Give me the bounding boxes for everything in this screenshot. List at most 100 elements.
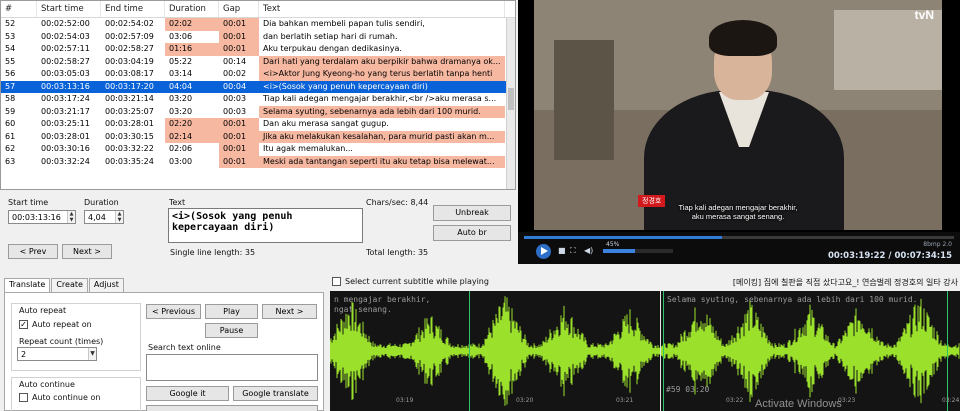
repeat-count-select[interactable]: 2 ▼ [17, 347, 97, 361]
auto-br-button[interactable]: Auto br [433, 225, 511, 241]
table-row[interactable]: 63 00:03:32:24 00:03:35:24 03:00 00:01 Meski … [1, 155, 515, 168]
google-translate-button[interactable]: Google translate [233, 386, 318, 401]
video-player[interactable]: tvN 정경호 Tiap kali adegan mengajar berakh… [518, 0, 960, 264]
tab-create[interactable]: Create [51, 278, 88, 292]
stop-icon[interactable]: ■ [558, 247, 566, 255]
cell-end-time: 00:03:32:22 [105, 144, 154, 153]
volume-slider[interactable] [603, 249, 673, 253]
more-button[interactable] [146, 405, 318, 411]
cell-duration: 03:00 [169, 156, 193, 166]
play-icon[interactable] [536, 244, 551, 259]
subtitle-grid[interactable]: # Start time End time Duration Gap Text … [0, 0, 516, 190]
table-row[interactable]: 62 00:03:30:16 00:03:32:22 02:06 00:01 Itu ag… [1, 143, 515, 156]
cell-start-time: 00:03:28:01 [41, 131, 90, 141]
cell-gap: 00:03 [223, 106, 247, 116]
col-header-text[interactable]: Text [259, 1, 505, 17]
start-time-input[interactable]: 00:03:13:16 ▲ ▼ [8, 210, 76, 224]
play-button[interactable]: Play [205, 304, 258, 319]
cell-gap: 00:02 [223, 69, 247, 78]
table-row[interactable]: 60 00:03:25:11 00:03:28:01 02:20 00:01 Dan ak… [1, 118, 515, 131]
table-row[interactable]: 53 00:02:54:03 00:02:57:09 03:06 00:01 dan be… [1, 30, 515, 43]
pause-button[interactable]: Pause [205, 323, 258, 338]
table-row[interactable]: 56 00:03:05:03 00:03:08:17 03:14 00:02 <i>Akt… [1, 68, 515, 81]
volume-percent: 45% [606, 241, 620, 248]
duration-input[interactable]: 4,04 ▲ ▼ [84, 210, 124, 224]
start-time-spinner[interactable]: ▲ ▼ [67, 211, 75, 223]
audio-waveform[interactable]: n mengajar berakhir, ngat senang. Selama… [330, 291, 960, 411]
cell-start-time: 00:02:58:27 [41, 56, 90, 66]
duration-spinner[interactable]: ▲ ▼ [115, 211, 123, 223]
cell-gap: 00:03 [223, 94, 247, 103]
cell-start-time: 00:03:17:24 [41, 94, 90, 103]
cell-duration: 02:14 [165, 130, 219, 143]
os-watermark: Activate Windows [755, 398, 842, 410]
google-it-button[interactable]: Google it [146, 386, 229, 401]
cell-duration: 03:06 [169, 31, 193, 41]
grid-header: # Start time End time Duration Gap Text [1, 1, 515, 18]
tick-label: 03:20 [516, 397, 534, 404]
video-progress-bar[interactable] [524, 236, 954, 239]
col-header-end[interactable]: End time [101, 1, 165, 17]
table-row[interactable]: 59 00:03:21:17 00:03:25:07 03:20 00:03 Selama… [1, 105, 515, 118]
cell-text: Dan aku merasa sangat gugup. [263, 119, 389, 128]
select-current-checkbox[interactable] [332, 277, 341, 286]
col-header-number[interactable]: # [1, 1, 37, 17]
cell-start-time: 00:02:57:11 [41, 44, 90, 53]
cell-text: Dia bahkan membeli papan tulis sendiri, [263, 19, 425, 28]
col-header-gap[interactable]: Gap [219, 1, 259, 17]
auto-repeat-on-label: Auto repeat on [32, 320, 92, 329]
tab-translate[interactable]: Translate [4, 278, 51, 293]
cell-text: <i>Aktor Jung Kyeong-ho yang terus berla… [259, 68, 505, 81]
table-row[interactable]: 61 00:03:28:01 00:03:30:15 02:14 00:01 Jika a… [1, 130, 515, 143]
fullscreen-icon[interactable]: ⛶ [570, 247, 578, 255]
text-label: Text [169, 198, 186, 207]
table-row[interactable]: 54 00:02:57:11 00:02:58:27 01:16 00:01 Aku te… [1, 43, 515, 56]
table-row[interactable]: 52 00:02:52:00 00:02:54:02 02:02 00:01 Dia ba… [1, 18, 515, 31]
background-tree [554, 40, 614, 160]
cell-gap: 00:14 [223, 56, 247, 66]
auto-continue-on-label: Auto continue on [32, 393, 101, 402]
video-frame[interactable]: tvN 정경호 Tiap kali adegan mengajar berakh… [534, 0, 942, 230]
select-current-label: Select current subtitle while playing [345, 277, 489, 286]
cell-gap: 00:01 [219, 30, 259, 43]
cell-text: Itu agak memalukan... [263, 144, 353, 153]
col-header-duration[interactable]: Duration [165, 1, 219, 17]
unbreak-button[interactable]: Unbreak [433, 205, 511, 221]
scrollbar-thumb[interactable] [508, 88, 514, 110]
cell-number: 55 [5, 56, 16, 66]
auto-repeat-checkbox[interactable]: ✓ [19, 320, 28, 329]
cell-number: 59 [5, 106, 16, 116]
cell-duration: 02:02 [165, 18, 219, 31]
cell-number: 61 [5, 131, 16, 141]
prev-button[interactable]: < Prev [8, 244, 58, 259]
next-button-translate[interactable]: Next > [262, 304, 317, 319]
cell-number: 62 [5, 144, 16, 153]
codec-info: 8bmp 2.0 [923, 241, 952, 248]
previous-button[interactable]: < Previous [146, 304, 201, 319]
tab-adjust[interactable]: Adjust [88, 278, 124, 292]
col-header-start[interactable]: Start time [37, 1, 101, 17]
caption-line-1: Tiap kali adegan mengajar berakhir, [678, 203, 798, 212]
cell-gap: 00:01 [219, 143, 259, 156]
cell-number: 56 [5, 69, 16, 78]
volume-fill [603, 249, 635, 253]
table-row[interactable]: 57 00:03:13:16 00:03:17:20 04:04 00:04 <i>(So… [1, 80, 515, 93]
region-boundary-3[interactable] [947, 291, 948, 411]
volume-icon[interactable]: ◀) [584, 247, 593, 255]
caption-line-2: aku merasa sangat senang. [691, 212, 785, 221]
playhead-line[interactable] [660, 291, 661, 411]
cell-text: Meski ada tantangan seperti itu aku teta… [259, 155, 505, 168]
waveform-svg [330, 296, 960, 406]
region-boundary-1[interactable] [469, 291, 470, 411]
next-button[interactable]: Next > [62, 244, 112, 259]
table-row[interactable]: 55 00:02:58:27 00:03:04:19 05:22 00:14 Dari h… [1, 55, 515, 68]
table-row[interactable]: 58 00:03:17:24 00:03:21:14 03:20 00:03 Tiap k… [1, 93, 515, 106]
auto-continue-checkbox[interactable] [19, 393, 28, 402]
cell-duration: 03:14 [169, 69, 193, 78]
cell-start-time: 00:03:13:16 [37, 80, 101, 93]
grid-scrollbar[interactable] [506, 18, 515, 189]
subtitle-text-input[interactable]: <i>(Sosok yang penuh kepercayaan diri) [168, 208, 363, 243]
waveform-header: Select current subtitle while playing [메… [330, 275, 960, 289]
search-text-input[interactable] [146, 354, 318, 381]
region-boundary-2[interactable] [663, 291, 664, 411]
